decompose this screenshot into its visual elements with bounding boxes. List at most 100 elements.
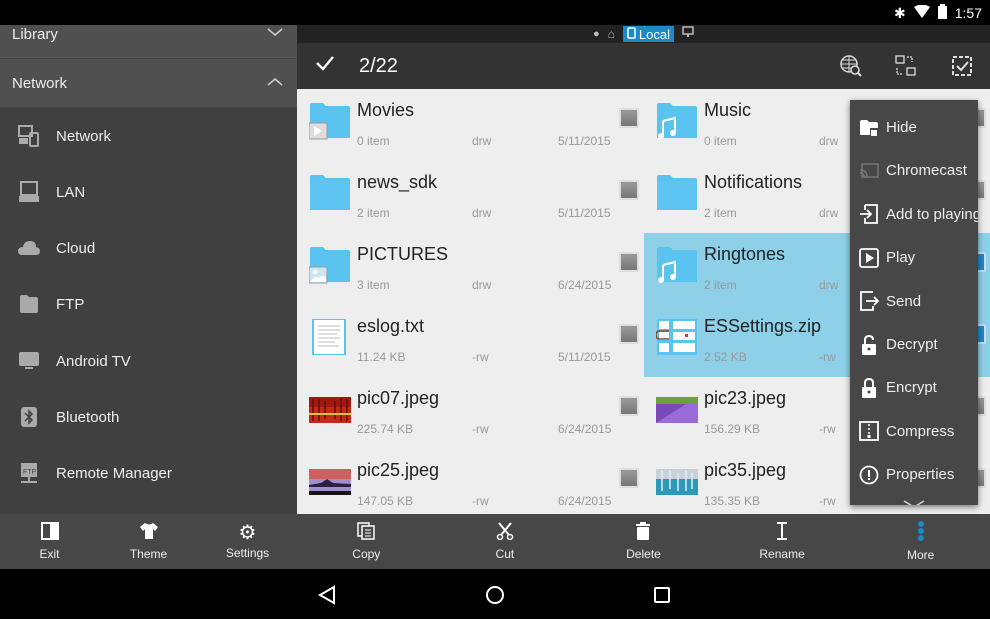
file-size: 0 item bbox=[704, 134, 737, 148]
scroll-down-chevron-icon[interactable] bbox=[903, 496, 925, 505]
menu-item-compress[interactable]: Compress bbox=[850, 410, 978, 453]
file-permissions: -rw bbox=[819, 422, 836, 436]
file-item[interactable]: news_sdk 2 item drw 5/11/2015 bbox=[297, 161, 644, 233]
rename-button[interactable]: Rename bbox=[713, 514, 852, 569]
folder-thumbnail-icon bbox=[656, 173, 698, 213]
file-checkbox[interactable] bbox=[619, 180, 639, 200]
file-permissions: drw bbox=[472, 134, 492, 148]
lock-icon bbox=[859, 377, 879, 398]
delete-button[interactable]: Delete bbox=[574, 514, 713, 569]
network-devices-icon bbox=[18, 125, 40, 147]
hide-folder-icon bbox=[859, 118, 879, 138]
file-checkbox[interactable] bbox=[619, 396, 639, 416]
remote-desktop-icon[interactable] bbox=[682, 25, 694, 43]
menu-item-properties[interactable]: Properties bbox=[850, 453, 978, 496]
file-size: 147.05 KB bbox=[357, 494, 414, 508]
image-red-thumbnail-icon bbox=[309, 389, 351, 429]
select-all-icon[interactable] bbox=[951, 55, 973, 77]
sidebar-item-remote-manager[interactable]: FTP Remote Manager bbox=[0, 445, 297, 501]
home-icon[interactable] bbox=[485, 585, 505, 610]
menu-item-play[interactable]: Play bbox=[850, 236, 978, 279]
sidebar-item-ftp[interactable]: FTP bbox=[0, 276, 297, 332]
file-permissions: drw bbox=[819, 278, 839, 292]
status-bar: ✱ 1:57 bbox=[0, 0, 990, 25]
library-label: Library bbox=[12, 26, 58, 43]
file-permissions: -rw bbox=[819, 494, 836, 508]
folder-video-thumbnail-icon bbox=[308, 101, 351, 141]
copy-button[interactable]: Copy bbox=[297, 514, 436, 569]
more-button[interactable]: More bbox=[851, 514, 990, 569]
file-name: pic07.jpeg bbox=[357, 388, 440, 408]
sidebar-bottom-bar: Exit Theme ⚙ Settings bbox=[0, 514, 297, 569]
menu-item-add-to-playing[interactable]: Add to playing bbox=[850, 193, 978, 236]
file-checkbox[interactable] bbox=[619, 108, 639, 128]
sidebar-section-network[interactable]: Network bbox=[0, 59, 297, 107]
web-search-icon[interactable] bbox=[840, 55, 862, 77]
file-name: PICTURES bbox=[357, 244, 449, 264]
file-permissions: drw bbox=[819, 134, 839, 148]
home-icon[interactable]: ⌂ bbox=[608, 27, 615, 41]
more-vertical-icon bbox=[917, 521, 925, 544]
bluetooth-icon: ✱ bbox=[894, 4, 906, 21]
exit-button[interactable]: Exit bbox=[0, 514, 99, 569]
file-size: 2.52 KB bbox=[704, 350, 747, 364]
menu-item-decrypt[interactable]: Decrypt bbox=[850, 323, 978, 366]
check-icon[interactable] bbox=[315, 54, 335, 77]
file-permissions: drw bbox=[472, 206, 492, 220]
file-name: pic35.jpeg bbox=[704, 460, 787, 480]
file-item[interactable]: PICTURES 3 item drw 6/24/2015 bbox=[297, 233, 644, 305]
file-name: Music bbox=[704, 100, 752, 120]
sidebar-item-android-tv[interactable]: Android TV bbox=[0, 333, 297, 389]
recents-icon[interactable] bbox=[653, 586, 671, 609]
file-permissions: -rw bbox=[472, 494, 489, 508]
image-dusk-thumbnail-icon bbox=[309, 461, 351, 501]
gear-icon: ⚙ bbox=[238, 521, 257, 544]
menu-item-chromecast[interactable]: Chromecast bbox=[850, 149, 978, 192]
file-checkbox[interactable] bbox=[619, 252, 639, 272]
clock: 1:57 bbox=[954, 5, 982, 21]
local-tab[interactable]: Local bbox=[622, 26, 674, 42]
play-icon bbox=[859, 247, 879, 268]
trash-icon bbox=[636, 522, 651, 543]
file-permissions: -rw bbox=[819, 350, 836, 364]
file-name: pic23.jpeg bbox=[704, 388, 787, 408]
back-icon[interactable] bbox=[317, 585, 336, 610]
copy-icon bbox=[357, 522, 376, 543]
cast-icon bbox=[859, 161, 879, 181]
wifi-icon bbox=[913, 4, 930, 22]
menu-item-send[interactable]: Send bbox=[850, 280, 978, 323]
file-checkbox[interactable] bbox=[619, 324, 639, 344]
cloud-icon bbox=[18, 237, 40, 259]
file-name: Notifications bbox=[704, 172, 803, 192]
sidebar-section-library[interactable]: Library bbox=[0, 25, 297, 58]
file-item[interactable]: eslog.txt 11.24 KB -rw 5/11/2015 bbox=[297, 305, 644, 377]
menu-item-hide[interactable]: Hide bbox=[850, 106, 978, 149]
cut-button[interactable]: Cut bbox=[436, 514, 575, 569]
network-section-label: Network bbox=[12, 75, 68, 92]
remote-manager-icon: FTP bbox=[18, 462, 40, 484]
settings-button[interactable]: ⚙ Settings bbox=[198, 514, 297, 569]
sidebar-item-cloud[interactable]: Cloud bbox=[0, 220, 297, 276]
file-size: 11.24 KB bbox=[357, 350, 406, 364]
file-checkbox[interactable] bbox=[619, 468, 639, 488]
menu-item-encrypt[interactable]: Encrypt bbox=[850, 366, 978, 409]
file-name: eslog.txt bbox=[357, 316, 425, 336]
file-item[interactable]: pic25.jpeg 147.05 KB -rw 6/24/2015 bbox=[297, 449, 644, 521]
chevron-up-icon bbox=[267, 75, 283, 92]
svg-text:FTP: FTP bbox=[23, 469, 37, 476]
sidebar-item-network[interactable]: Network bbox=[0, 108, 297, 164]
file-size: 156.29 KB bbox=[704, 422, 761, 436]
sidebar-item-lan[interactable]: LAN bbox=[0, 164, 297, 220]
ftp-icon bbox=[18, 293, 40, 315]
file-date: 5/11/2015 bbox=[558, 134, 611, 148]
file-item[interactable]: pic07.jpeg 225.74 KB -rw 6/24/2015 bbox=[297, 377, 644, 449]
file-name: news_sdk bbox=[357, 172, 438, 192]
theme-button[interactable]: Theme bbox=[99, 514, 198, 569]
sidebar-item-bluetooth[interactable]: Bluetooth bbox=[0, 389, 297, 445]
file-manager-screen: ✱ 1:57 Library Network Network LAN Cloud bbox=[0, 0, 990, 619]
file-item[interactable]: Movies 0 item drw 5/11/2015 bbox=[297, 89, 644, 161]
select-range-icon[interactable] bbox=[895, 55, 917, 77]
folder-thumbnail-icon bbox=[309, 173, 351, 213]
android-icon[interactable]: ● bbox=[593, 28, 600, 40]
file-name: pic25.jpeg bbox=[357, 460, 440, 480]
